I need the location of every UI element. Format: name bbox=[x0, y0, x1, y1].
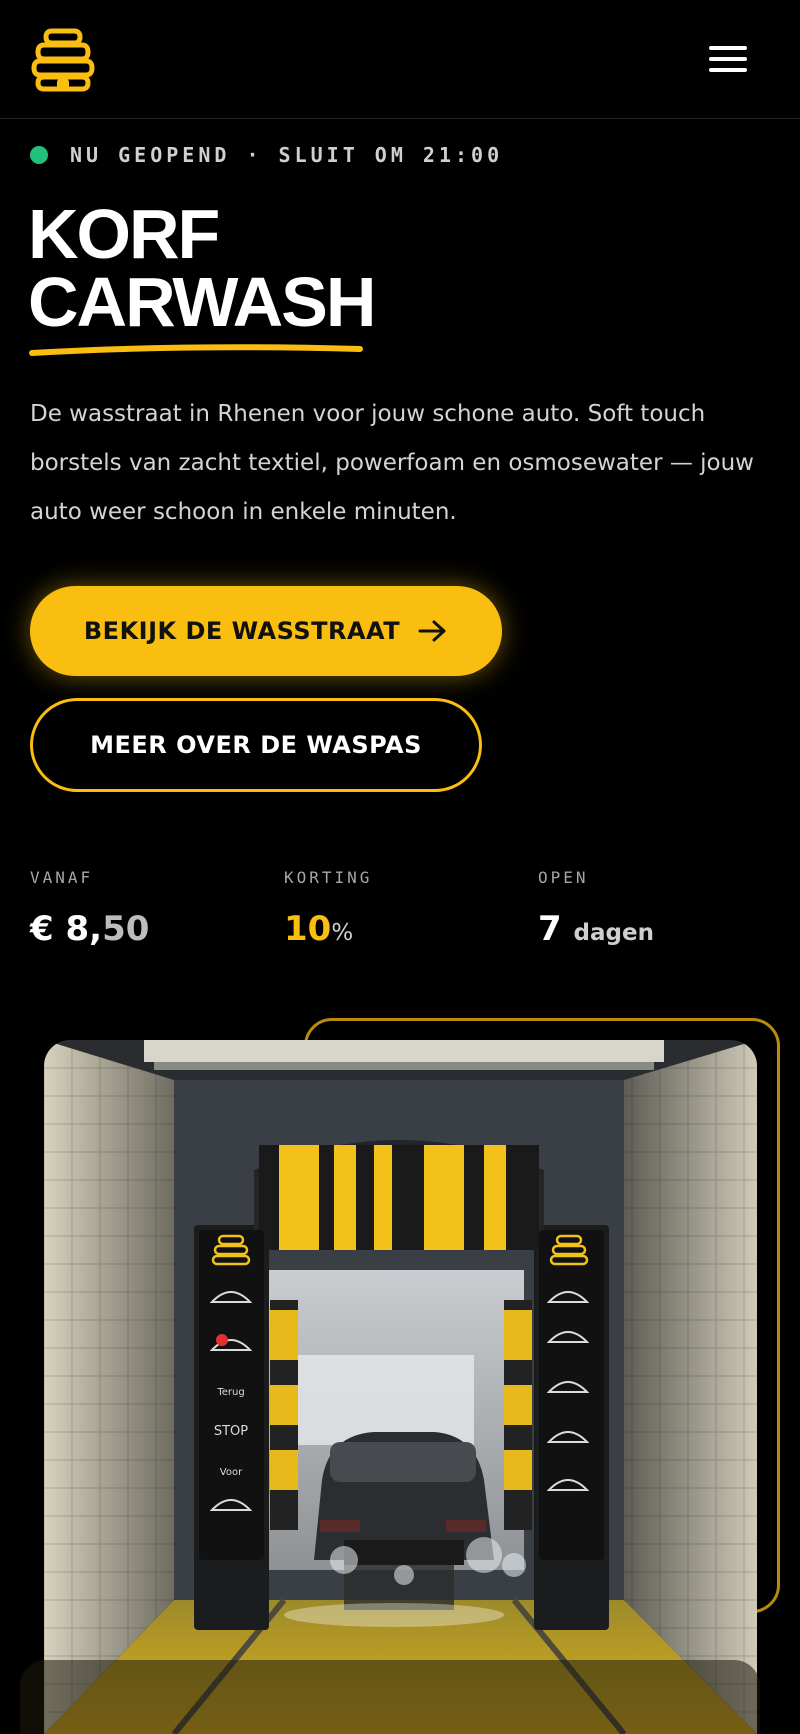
page-title: KORF CARWASH bbox=[28, 195, 376, 341]
view-carwash-button-label: BEKIJK DE WASSTRAAT bbox=[83, 617, 401, 645]
stat-discount-unit: % bbox=[331, 920, 354, 946]
panel-label-stop: STOP bbox=[214, 1424, 248, 1439]
arrow-right-icon bbox=[418, 620, 446, 642]
stat-open-label: OPEN bbox=[538, 868, 589, 887]
view-carwash-button[interactable]: BEKIJK DE WASSTRAAT bbox=[30, 586, 502, 676]
waspas-info-button[interactable]: MEER OVER DE WASPAS bbox=[30, 698, 482, 792]
stat-from-cents: 50 bbox=[102, 909, 150, 949]
carwash-photo: Terug STOP Voor bbox=[44, 1040, 757, 1734]
panel-label-forward: Voor bbox=[220, 1467, 243, 1478]
stat-from-currency: € 8, bbox=[30, 909, 103, 949]
site-header bbox=[0, 0, 800, 119]
stat-from-label: VANAF bbox=[30, 868, 94, 887]
menu-bar bbox=[709, 46, 747, 50]
page-title-line1: KORF bbox=[28, 195, 220, 273]
stat-from: VANAF € 8,50 bbox=[30, 868, 149, 949]
stat-discount-number: 10 bbox=[284, 909, 332, 949]
title-underline bbox=[29, 344, 363, 356]
menu-bar bbox=[709, 68, 747, 72]
intro-text: De wasstraat in Rhenen voor jouw schone … bbox=[30, 401, 754, 525]
open-status-text: NU GEOPEND · SLUIT OM 21:00 bbox=[70, 143, 504, 167]
panel-label-back: Terug bbox=[216, 1387, 244, 1398]
stat-from-value: € 8,50 bbox=[30, 909, 149, 949]
stat-open-number: 7 bbox=[538, 909, 562, 949]
hamburger-menu-icon[interactable] bbox=[706, 42, 750, 76]
stat-discount-value: 10% bbox=[284, 909, 372, 949]
bottom-overlay-panel bbox=[20, 1660, 760, 1734]
stat-open: OPEN 7 dagen bbox=[538, 868, 654, 949]
waspas-info-button-label: MEER OVER DE WASPAS bbox=[90, 731, 422, 759]
beehive-logo-icon[interactable] bbox=[30, 27, 96, 93]
open-status: NU GEOPEND · SLUIT OM 21:00 bbox=[30, 143, 503, 167]
stat-discount: KORTING 10% bbox=[284, 868, 372, 949]
page-title-line2: CARWASH bbox=[28, 263, 376, 341]
stat-open-value: 7 dagen bbox=[538, 909, 654, 949]
stat-open-unit: dagen bbox=[573, 920, 654, 946]
open-status-dot bbox=[30, 146, 48, 164]
stat-discount-label: KORTING bbox=[284, 868, 373, 887]
menu-bar bbox=[709, 57, 747, 61]
